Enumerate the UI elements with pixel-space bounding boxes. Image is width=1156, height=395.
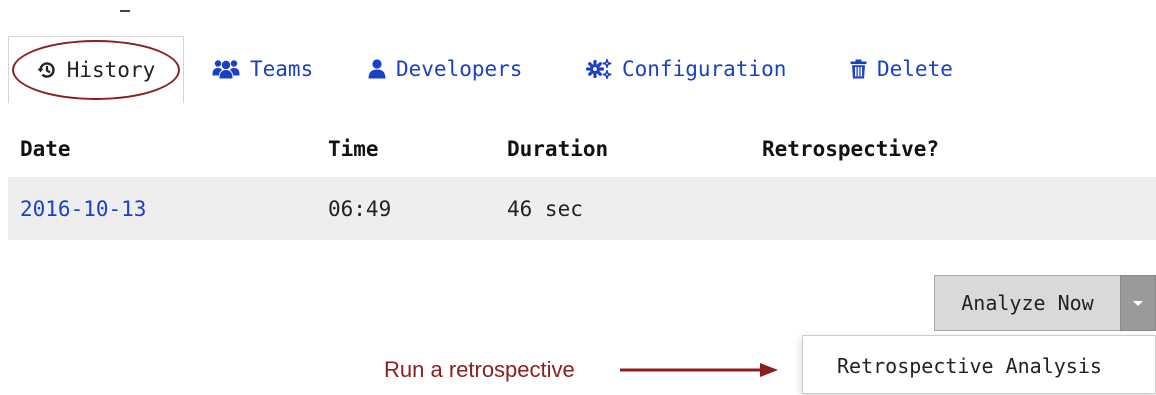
tab-teams[interactable]: Teams [212,36,313,102]
tab-developers[interactable]: Developers [368,36,522,102]
duration-cell: 46 sec [507,196,583,221]
table-row: 2016-10-13 06:49 46 sec [8,177,1156,240]
tab-delete-label: Delete [877,57,953,81]
header-retrospective: Retrospective? [762,137,940,161]
tab-bar: History Teams Developers Configuration D… [8,36,1156,103]
header-duration: Duration [507,137,609,161]
tab-teams-label: Teams [250,57,314,81]
table-header: Date Time Duration Retrospective? [8,121,1156,177]
header-date: Date [20,137,71,161]
tab-history-label: History [66,58,156,82]
annotation-label: Run a retrospective [384,357,575,382]
analyze-split-button: Analyze Now [934,275,1156,331]
date-link[interactable]: 2016-10-13 [20,177,146,240]
analyze-now-button[interactable]: Analyze Now [934,275,1120,331]
tab-configuration[interactable]: Configuration [586,36,786,102]
analyze-dropdown-menu: Retrospective Analysis [802,335,1156,394]
history-icon [37,60,57,80]
time-cell: 06:49 [328,196,392,221]
user-icon [368,59,386,79]
caret-down-icon [1133,300,1143,306]
analyze-dropdown-toggle[interactable] [1120,275,1156,331]
annotation-arrow-icon [620,363,778,377]
users-icon [212,59,240,79]
window-control-dash [120,10,130,12]
tab-delete[interactable]: Delete [850,36,953,102]
history-table: Date Time Duration Retrospective? 2016-1… [8,121,1156,240]
trash-icon [850,59,867,79]
header-time: Time [328,137,379,161]
gears-icon [586,59,612,79]
tab-configuration-label: Configuration [622,57,787,81]
menu-item-retrospective-analysis[interactable]: Retrospective Analysis [837,336,1102,395]
tab-developers-label: Developers [396,57,523,81]
tab-history[interactable]: History [8,36,184,103]
